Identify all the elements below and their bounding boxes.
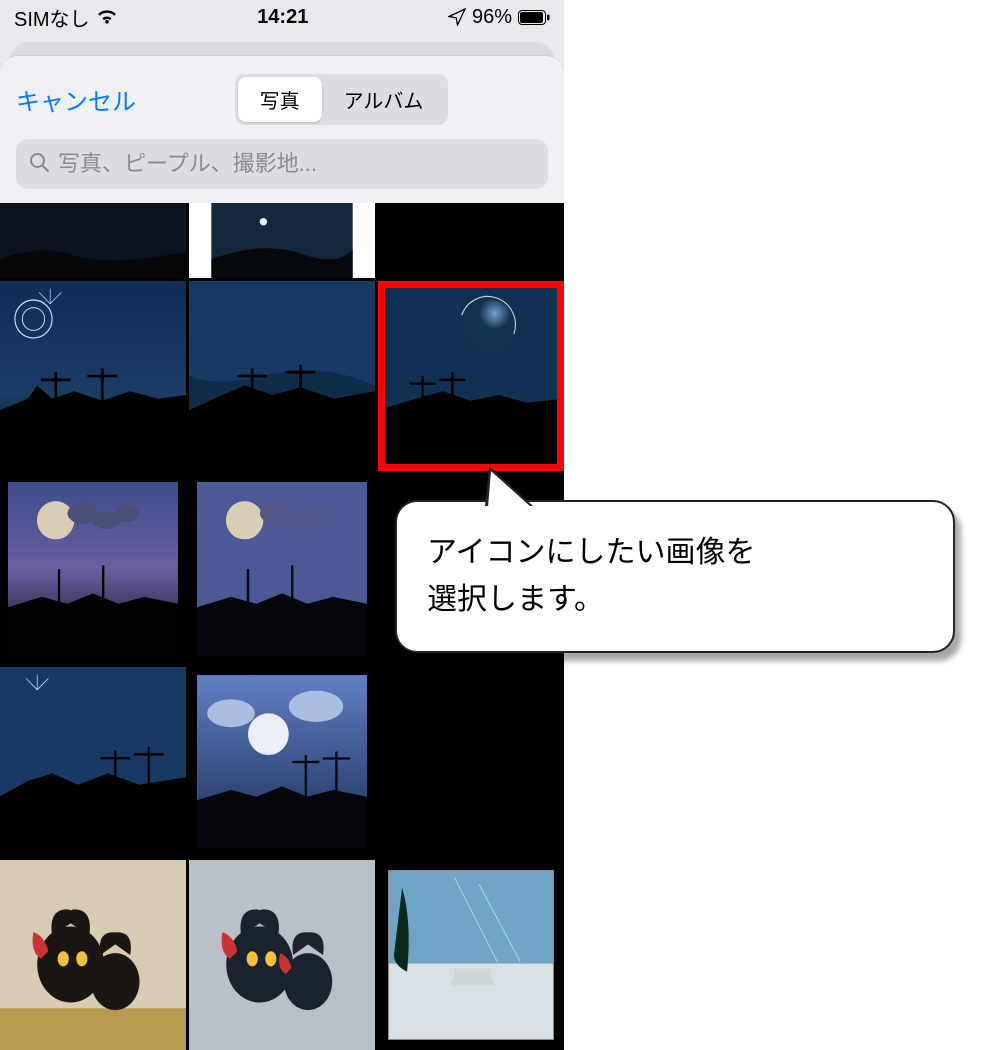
photo-thumb[interactable] — [0, 281, 186, 471]
photo-thumb[interactable] — [189, 667, 375, 857]
annotation-callout: アイコンにしたい画像を 選択します。 — [395, 500, 955, 653]
search-field[interactable] — [16, 139, 548, 189]
tab-photos[interactable]: 写真 — [238, 77, 322, 122]
photo-thumb[interactable] — [189, 860, 375, 1050]
annotation-line: アイコンにしたい画像を — [427, 530, 923, 577]
photo-thumb[interactable] — [378, 203, 564, 278]
photo-thumb[interactable] — [378, 667, 564, 857]
photo-thumb[interactable] — [0, 203, 186, 278]
photo-thumb[interactable] — [0, 860, 186, 1050]
photo-thumb-selected[interactable] — [378, 281, 564, 471]
status-bar: SIMなし 14:21 96% — [0, 0, 564, 34]
tab-albums[interactable]: アルバム — [322, 77, 446, 122]
search-input[interactable] — [58, 151, 536, 177]
carrier-label: SIMなし — [14, 3, 90, 32]
picker-header: キャンセル 写真 アルバム . — [0, 56, 564, 139]
wifi-icon — [96, 9, 118, 25]
photo-thumb[interactable] — [189, 474, 375, 664]
annotation-line: 選択します。 — [427, 577, 923, 624]
photo-thumb[interactable] — [378, 860, 564, 1050]
clock: 14:21 — [257, 6, 308, 29]
segmented-control: 写真 アルバム — [235, 74, 449, 125]
battery-label: 96% — [472, 6, 512, 29]
search-icon — [28, 151, 50, 178]
location-icon — [448, 8, 466, 26]
battery-icon — [518, 10, 550, 25]
photo-thumb[interactable] — [189, 203, 375, 278]
photo-thumb[interactable] — [0, 474, 186, 664]
photo-thumb[interactable] — [189, 281, 375, 471]
cancel-button[interactable]: キャンセル — [16, 82, 136, 117]
photo-thumb[interactable] — [0, 667, 186, 857]
